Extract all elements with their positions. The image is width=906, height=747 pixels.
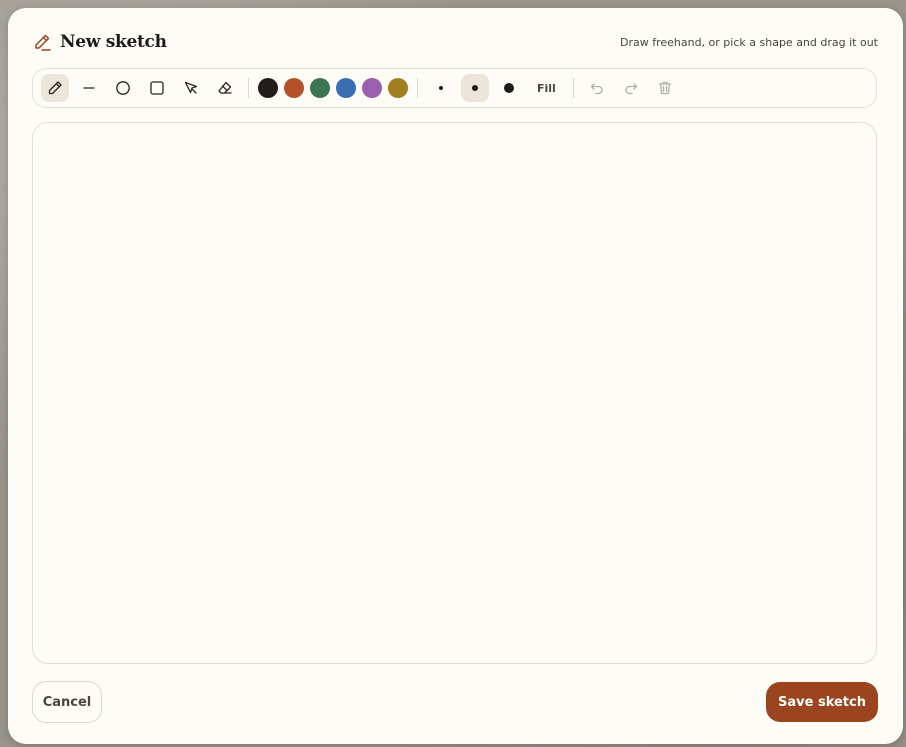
brush-size-small-button[interactable] bbox=[427, 74, 455, 102]
drawing-hint: Draw freehand, or pick a shape and drag … bbox=[619, 35, 878, 49]
line-icon bbox=[81, 80, 97, 96]
pointer-icon bbox=[183, 80, 199, 96]
toolbar-divider bbox=[417, 78, 418, 98]
drawing-toolbar: Fill bbox=[32, 68, 877, 108]
title-group: New sketch bbox=[32, 32, 167, 52]
medium-dot-icon bbox=[472, 85, 478, 91]
color-swatch-rust[interactable] bbox=[284, 78, 304, 98]
color-swatch-blue[interactable] bbox=[336, 78, 356, 98]
circle-tool-button[interactable] bbox=[109, 74, 137, 102]
pencil-icon bbox=[47, 80, 63, 96]
dialog-header: New sketch Draw freehand, or pick a shap… bbox=[32, 28, 878, 56]
line-tool-button[interactable] bbox=[75, 74, 103, 102]
large-dot-icon bbox=[504, 83, 514, 93]
redo-button[interactable] bbox=[617, 74, 645, 102]
trash-icon bbox=[657, 80, 673, 96]
circle-icon bbox=[115, 80, 131, 96]
undo-button[interactable] bbox=[583, 74, 611, 102]
eraser-icon bbox=[217, 80, 233, 96]
fill-toggle[interactable]: Fill bbox=[529, 74, 564, 102]
toolbar-divider bbox=[248, 78, 249, 98]
rectangle-tool-button[interactable] bbox=[143, 74, 171, 102]
select-tool-button[interactable] bbox=[177, 74, 205, 102]
save-sketch-button[interactable]: Save sketch bbox=[766, 682, 878, 722]
page-title: New sketch bbox=[60, 32, 167, 52]
color-swatch-ochre[interactable] bbox=[388, 78, 408, 98]
toolbar-divider bbox=[572, 78, 574, 98]
brush-size-large-button[interactable] bbox=[495, 74, 523, 102]
new-sketch-dialog: New sketch Draw freehand, or pick a shap… bbox=[8, 8, 903, 744]
brush-size-medium-button[interactable] bbox=[461, 74, 489, 102]
color-swatch-green[interactable] bbox=[310, 78, 330, 98]
color-swatch-black[interactable] bbox=[258, 78, 278, 98]
undo-icon bbox=[589, 80, 605, 96]
eraser-tool-button[interactable] bbox=[211, 74, 239, 102]
drawing-canvas[interactable] bbox=[32, 122, 877, 664]
square-icon bbox=[149, 80, 165, 96]
small-dot-icon bbox=[439, 86, 443, 90]
pencil-icon bbox=[32, 32, 52, 52]
pen-tool-button[interactable] bbox=[41, 74, 69, 102]
clear-button[interactable] bbox=[651, 74, 679, 102]
cancel-button[interactable]: Cancel bbox=[32, 681, 102, 723]
color-swatch-purple[interactable] bbox=[362, 78, 382, 98]
redo-icon bbox=[623, 80, 639, 96]
